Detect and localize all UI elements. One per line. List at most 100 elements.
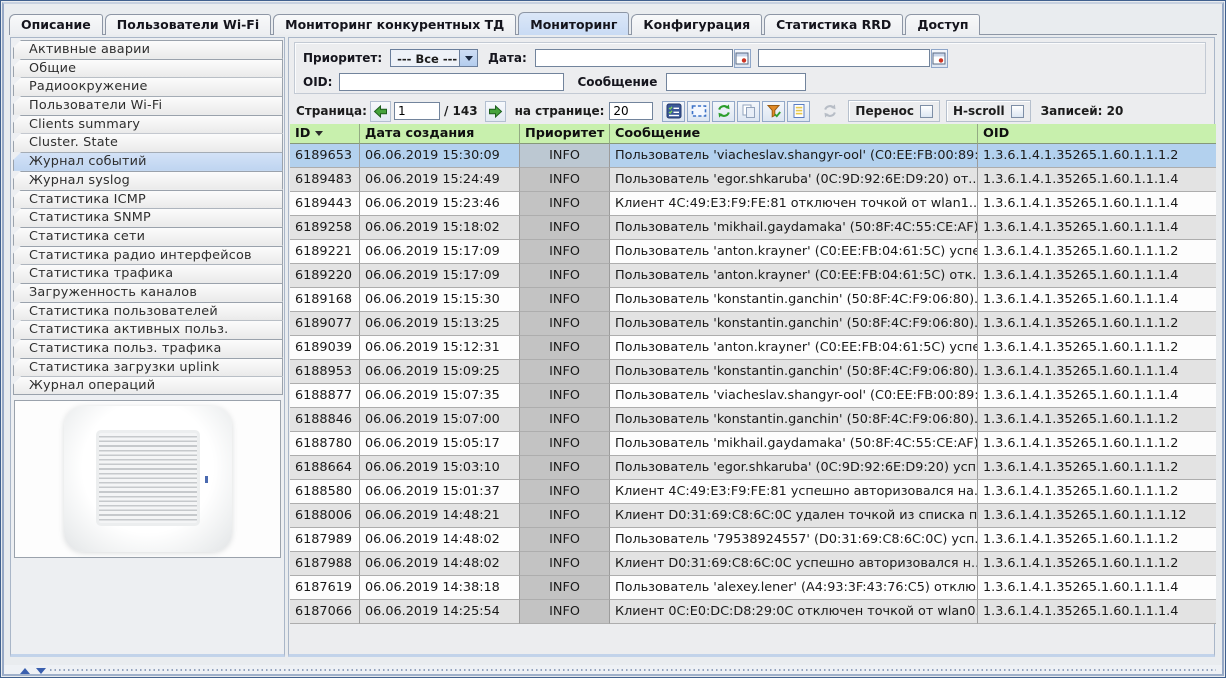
table-row[interactable]: 618916806.06.2019 15:15:30INFOПользовате… <box>290 288 1216 312</box>
table-row[interactable]: 618925806.06.2019 15:18:02INFOПользовате… <box>290 216 1216 240</box>
sidebar-item-general[interactable]: Общие <box>13 59 283 78</box>
copy-icon <box>741 103 757 119</box>
sidebar-item-uplink-load-statistics[interactable]: Статистика загрузки uplink <box>13 358 283 377</box>
split-divider[interactable] <box>4 665 1222 675</box>
priority-dropdown[interactable]: --- Все --- <box>390 49 478 67</box>
dropdown-arrow-button[interactable] <box>459 50 477 66</box>
tab-competitor-ap-monitoring[interactable]: Мониторинг конкурентных ТД <box>273 14 516 35</box>
sidebar-item-user-statistics[interactable]: Статистика пользователей <box>13 302 283 321</box>
hscroll-checkbox[interactable] <box>1011 105 1024 118</box>
tab-access[interactable]: Доступ <box>905 14 980 35</box>
wrap-checkbox[interactable] <box>920 105 933 118</box>
cell-message: Пользователь '79538924557' (D0:31:69:C8:… <box>610 528 978 552</box>
cell-id: 6189443 <box>290 192 360 216</box>
table-row[interactable]: 618895306.06.2019 15:09:25INFOПользовате… <box>290 360 1216 384</box>
copy-button[interactable] <box>737 101 760 122</box>
sidebar-item-syslog[interactable]: Журнал syslog <box>13 171 283 190</box>
table-row[interactable]: 618858006.06.2019 15:01:37INFOКлиент 4C:… <box>290 480 1216 504</box>
table-row[interactable]: 618884606.06.2019 15:07:00INFOПользовате… <box>290 408 1216 432</box>
table-row[interactable]: 618866406.06.2019 15:03:10INFOПользовате… <box>290 456 1216 480</box>
cell-id: 6188580 <box>290 480 360 504</box>
sort-desc-icon <box>315 131 323 136</box>
table-row[interactable]: 618798906.06.2019 14:48:02INFOПользовате… <box>290 528 1216 552</box>
refresh-button[interactable] <box>712 101 735 122</box>
sidebar-item-snmp-statistics[interactable]: Статистика SNMP <box>13 208 283 227</box>
sidebar-item-channel-load[interactable]: Загруженность каналов <box>13 283 283 302</box>
cell-oid: 1.3.6.1.4.1.35265.1.60.1.1.1.4 <box>978 264 1216 288</box>
divider-expand-icon[interactable] <box>20 668 30 674</box>
table-header-row: ID Дата создания Приоритет Сообщение OID <box>290 124 1216 144</box>
filter-apply-button[interactable] <box>762 101 785 122</box>
cell-priority: INFO <box>520 408 610 432</box>
filter-row-1: Приоритет: --- Все --- Дата: <box>303 47 1205 69</box>
table-row[interactable]: 618761906.06.2019 14:38:18INFOПользовате… <box>290 576 1216 600</box>
per-page-input[interactable] <box>609 102 653 120</box>
table-row[interactable]: 618922106.06.2019 15:17:09INFOПользовате… <box>290 240 1216 264</box>
sidebar-item-user-traffic-statistics[interactable]: Статистика польз. трафика <box>13 339 283 358</box>
table-row[interactable]: 618706606.06.2019 14:25:54INFOКлиент 0C:… <box>290 600 1216 624</box>
sidebar-item-radio-interface-statistics[interactable]: Статистика радио интерфейсов <box>13 246 283 265</box>
cell-priority: INFO <box>520 240 610 264</box>
select-columns-button[interactable] <box>687 101 710 122</box>
table-row[interactable]: 618887706.06.2019 15:07:35INFOПользовате… <box>290 384 1216 408</box>
table-row[interactable]: 618878006.06.2019 15:05:17INFOПользовате… <box>290 432 1216 456</box>
column-header-message[interactable]: Сообщение <box>610 124 978 144</box>
table-row[interactable]: 618965306.06.2019 15:30:09INFOПользовате… <box>290 144 1216 168</box>
sidebar-item-traffic-statistics[interactable]: Статистика трафика <box>13 264 283 283</box>
export-report-button[interactable] <box>787 101 810 122</box>
table-row[interactable]: 618922006.06.2019 15:17:09INFOПользовате… <box>290 264 1216 288</box>
table-row[interactable]: 618800606.06.2019 14:48:21INFOКлиент D0:… <box>290 504 1216 528</box>
date-from-input[interactable] <box>535 49 733 67</box>
cell-date: 06.06.2019 15:24:49 <box>360 168 520 192</box>
tab-monitoring[interactable]: Мониторинг <box>518 12 629 35</box>
sidebar-item-radio-environment[interactable]: Радиоокружение <box>13 77 283 96</box>
sidebar-item-wifi-users[interactable]: Пользователи Wi-Fi <box>13 96 283 115</box>
table-row[interactable]: 618903906.06.2019 15:12:31INFOПользовате… <box>290 336 1216 360</box>
cell-priority: INFO <box>520 528 610 552</box>
sidebar-item-active-user-statistics[interactable]: Статистика активных польз. <box>13 320 283 339</box>
sidebar-item-network-statistics[interactable]: Статистика сети <box>13 227 283 246</box>
oid-input[interactable] <box>339 73 564 91</box>
date-to-input[interactable] <box>758 49 930 67</box>
date-from-calendar-button[interactable] <box>734 49 751 68</box>
sidebar-item-cluster-state[interactable]: Cluster. State <box>13 133 283 152</box>
cell-oid: 1.3.6.1.4.1.35265.1.60.1.1.1.4 <box>978 216 1216 240</box>
column-header-priority[interactable]: Приоритет <box>520 124 610 144</box>
wrap-label: Перенос <box>855 104 914 118</box>
next-page-button[interactable] <box>485 101 506 122</box>
sidebar-item-icmp-statistics[interactable]: Статистика ICMP <box>13 190 283 209</box>
cell-date: 06.06.2019 15:30:09 <box>360 144 520 168</box>
previous-page-button[interactable] <box>370 101 391 122</box>
cell-date: 06.06.2019 14:38:18 <box>360 576 520 600</box>
sidebar-item-event-log[interactable]: Журнал событий <box>13 152 283 171</box>
column-header-date[interactable]: Дата создания <box>360 124 520 144</box>
table-row[interactable]: 618948306.06.2019 15:24:49INFOПользовате… <box>290 168 1216 192</box>
sidebar: Активные аварииОбщиеРадиоокружениеПользо… <box>10 37 285 657</box>
column-header-id[interactable]: ID <box>290 124 360 144</box>
cell-date: 06.06.2019 15:05:17 <box>360 432 520 456</box>
table-row[interactable]: 618798806.06.2019 14:48:02INFOКлиент D0:… <box>290 552 1216 576</box>
sidebar-item-operation-log[interactable]: Журнал операций <box>13 376 283 395</box>
tab-description[interactable]: Описание <box>9 14 103 35</box>
sidebar-item-active-alarms[interactable]: Активные аварии <box>13 40 283 59</box>
message-input[interactable] <box>666 73 806 91</box>
tab-configuration[interactable]: Конфигурация <box>631 14 762 35</box>
tab-rrd-statistics[interactable]: Статистика RRD <box>764 14 903 35</box>
per-page-label: на странице: <box>515 104 605 118</box>
date-to-calendar-button[interactable] <box>931 49 948 68</box>
page-number-input[interactable] <box>394 102 440 120</box>
column-header-oid[interactable]: OID <box>978 124 1216 144</box>
list-view-button[interactable] <box>662 101 685 122</box>
cell-message: Пользователь 'mikhail.gaydamaka' (50:8F:… <box>610 216 978 240</box>
sidebar-item-clients-summary[interactable]: Clients summary <box>13 115 283 134</box>
records-count-label: Записей: 20 <box>1041 104 1124 118</box>
tab-wifi-users[interactable]: Пользователи Wi-Fi <box>105 14 271 35</box>
app-window: ОписаниеПользователи Wi-FiМониторинг кон… <box>0 0 1226 678</box>
cell-message: Клиент 4C:49:E3:F9:FE:81 отключен точкой… <box>610 192 978 216</box>
divider-collapse-icon[interactable] <box>36 668 46 674</box>
page-label: Страница: <box>296 104 367 118</box>
table-row[interactable]: 618944306.06.2019 15:23:46INFOКлиент 4C:… <box>290 192 1216 216</box>
table-row[interactable]: 618907706.06.2019 15:13:25INFOПользовате… <box>290 312 1216 336</box>
cell-id: 6189483 <box>290 168 360 192</box>
cell-priority: INFO <box>520 144 610 168</box>
